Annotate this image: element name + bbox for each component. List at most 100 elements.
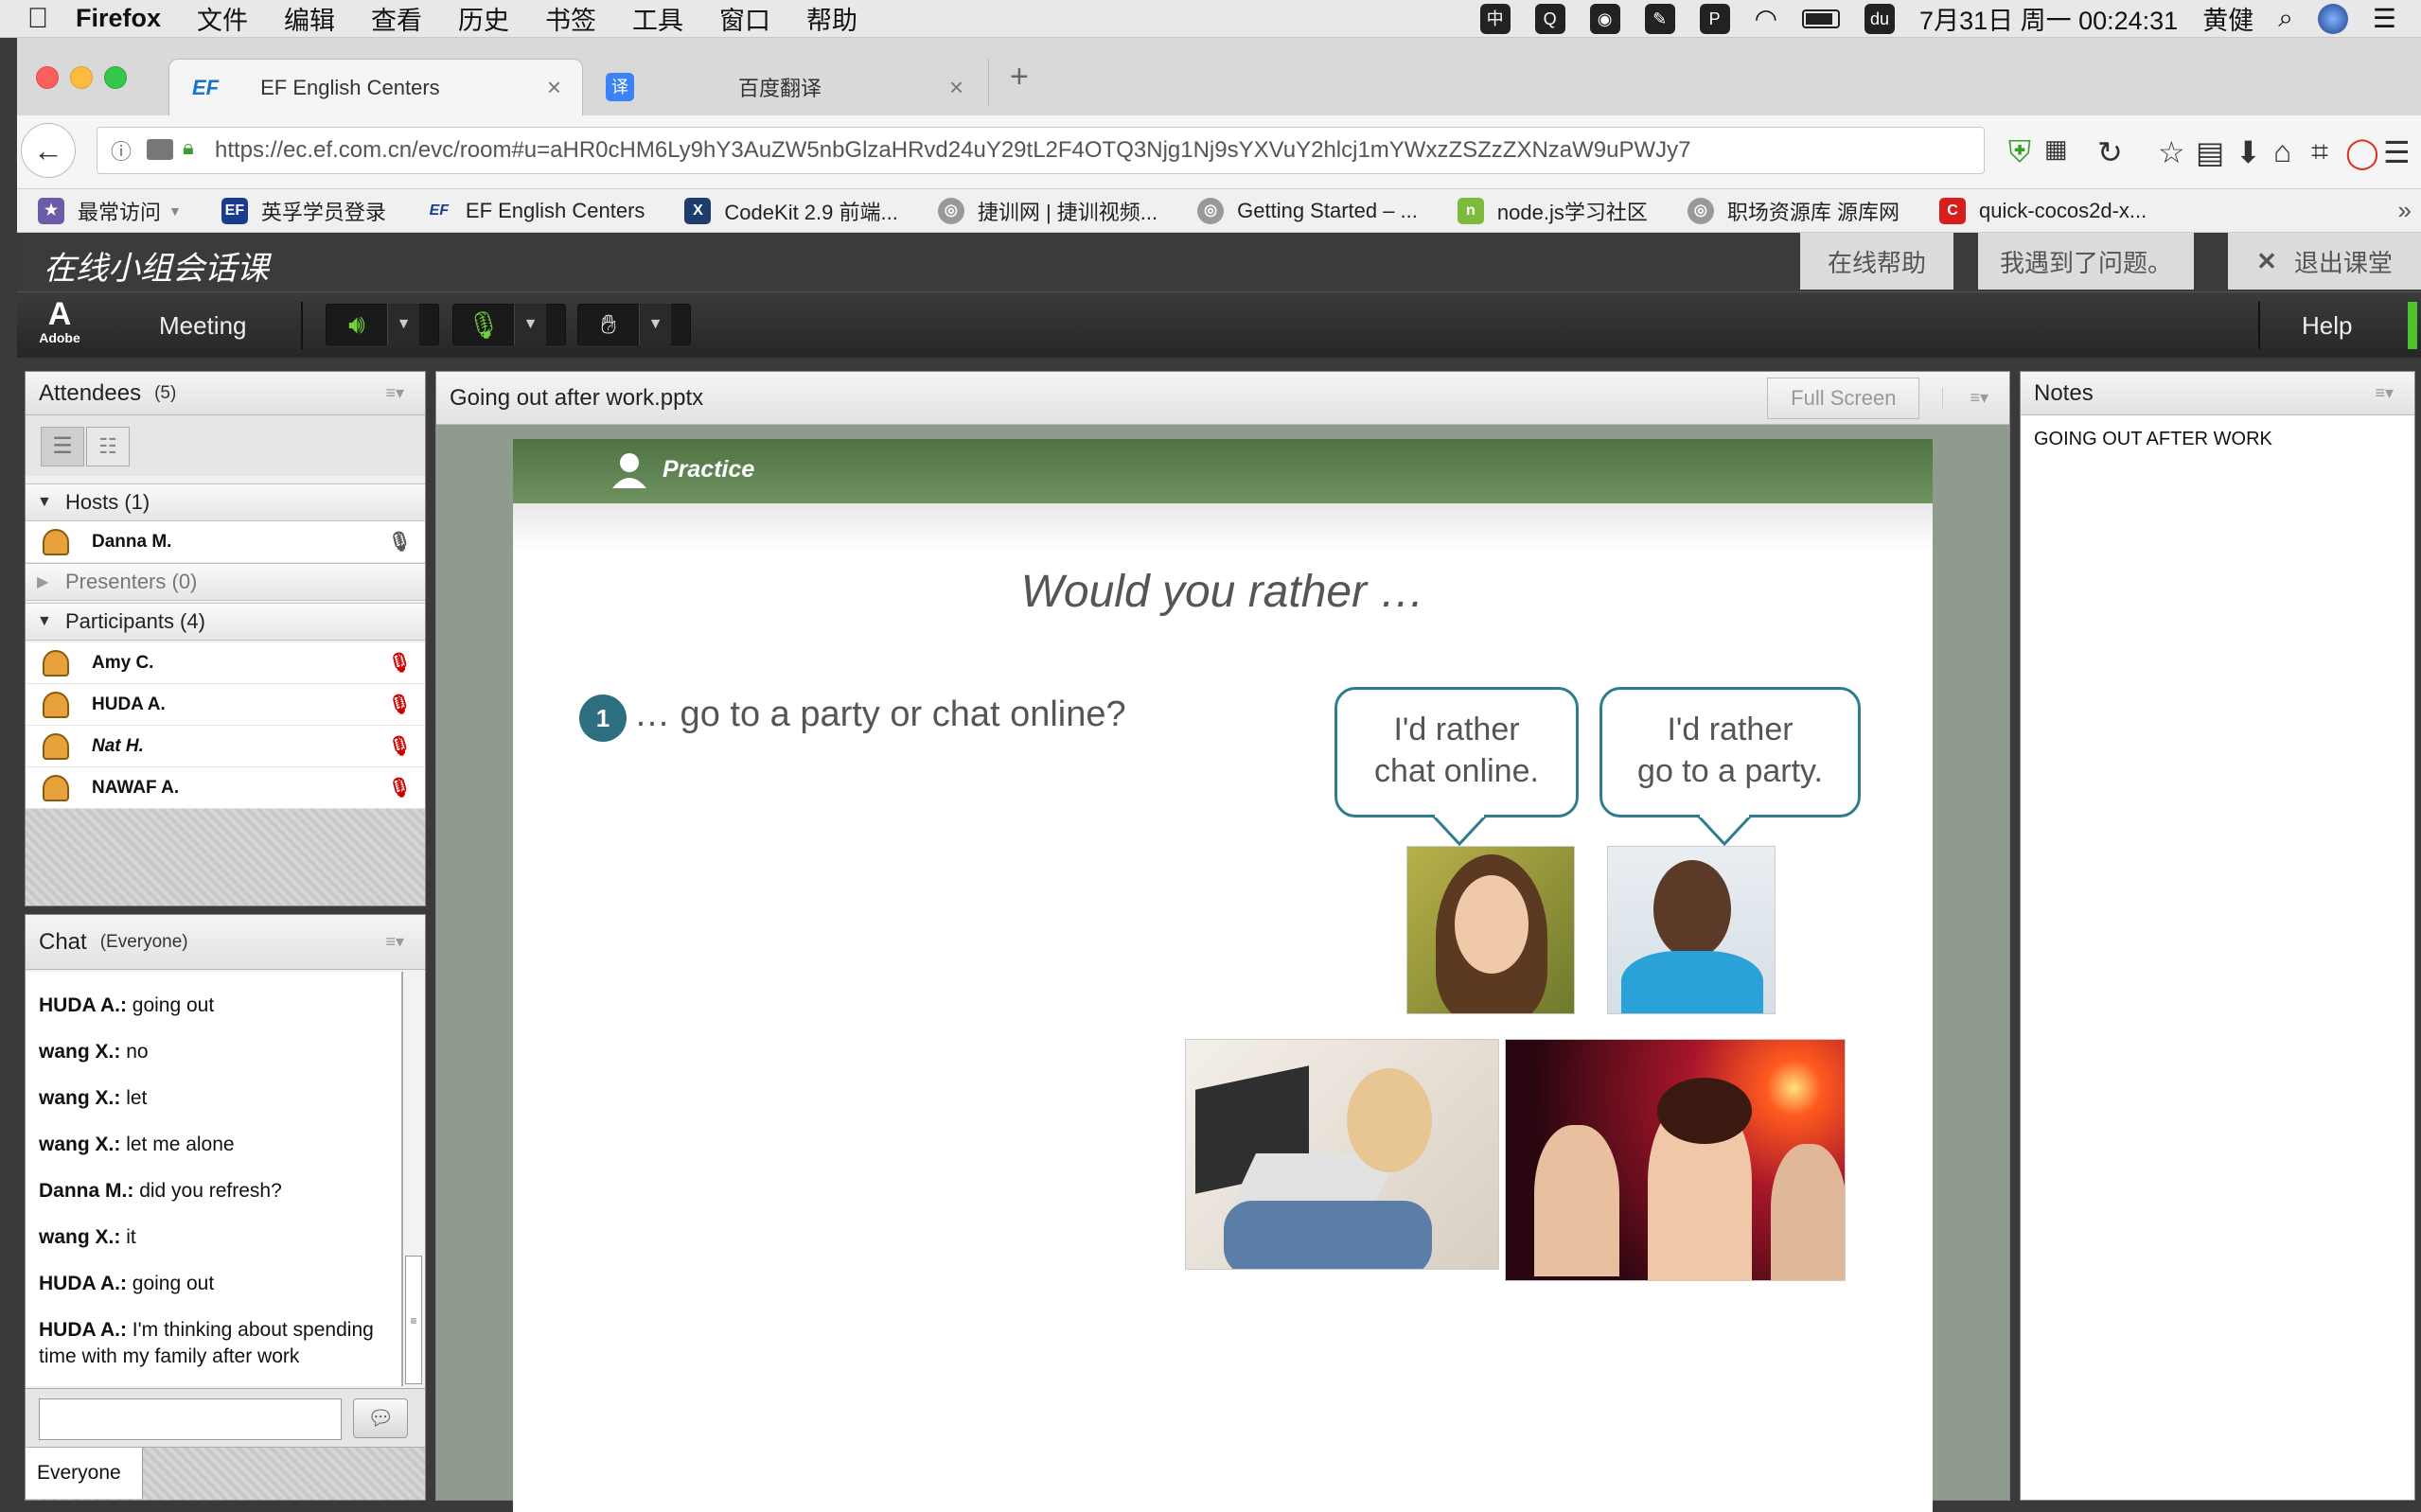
list-view-icon[interactable]: ☰ [41,427,84,466]
menu-edit[interactable]: 编辑 [284,0,335,37]
bookmark-getting-started[interactable]: ◎ Getting Started – ... [1197,197,1418,224]
reading-list-icon[interactable]: ▤ [2196,134,2224,170]
feather-icon[interactable]: ✎ [1644,3,1675,34]
attendee-name: Nat H. [92,735,144,756]
exit-class-button[interactable]: ✕ 退出课堂 [2228,233,2421,290]
p-app-icon[interactable]: P [1699,3,1730,34]
chat-sender: HUDA A.: [39,1273,127,1294]
bookmark-nodejs[interactable]: n node.js学习社区 [1457,196,1648,226]
pod-menu-icon[interactable]: ≡▾ [1942,388,1988,408]
url-bar[interactable]: ⓘ 🔒︎ https://ec.ef.com.cn/evc/room#u=aHR… [97,127,1985,174]
card-view-icon[interactable]: ☷ [86,427,130,466]
microphone-button[interactable]: 🎙︎ ▼ [452,304,566,345]
bookmark-jiexun[interactable]: ◎ 捷训网 | 捷训视频... [937,196,1157,226]
bookmark-resource-library[interactable]: ◎ 职场资源库 源库网 [1687,196,1900,226]
report-problem-button[interactable]: 我遇到了问题。 [1978,233,2194,290]
tab-baidu-translate[interactable]: 译 百度翻译 × [587,59,984,115]
clock[interactable]: 7月31日 周一 00:24:31 [1919,0,2178,37]
host-avatar-icon [43,528,69,555]
menu-history[interactable]: 历史 [458,0,509,37]
pod-menu-icon[interactable]: ≡▾ [2375,383,2394,403]
attendee-row[interactable]: Nat H. 🎙︎ [26,726,425,767]
crop-icon[interactable]: ⌗ [2311,134,2328,170]
close-window-button[interactable] [36,66,59,89]
chevron-down-icon[interactable]: ▼ [387,304,419,345]
full-screen-button[interactable]: Full Screen [1767,377,1920,419]
pod-menu-icon[interactable]: ≡▾ [385,383,404,403]
reload-icon[interactable]: ↻ [2097,134,2123,170]
user-name[interactable]: 黄健 [2202,0,2253,37]
man-portrait-image [1607,846,1776,1014]
menu-app-name[interactable]: Firefox [76,4,161,33]
chat-message-input[interactable] [39,1398,342,1440]
chat-scrollbar-thumb[interactable]: ≡ [405,1256,422,1384]
notes-title: Notes [2034,379,2094,406]
chevron-down-icon[interactable]: ▼ [514,304,546,345]
zoom-window-button[interactable] [104,66,127,89]
siri-icon[interactable] [2317,3,2348,34]
apple-icon[interactable]:  [0,3,76,35]
opera-icon[interactable]: ◯ [2345,134,2379,170]
bookmarks-overflow-icon[interactable]: » [2398,196,2412,225]
info-icon[interactable]: ⓘ [111,135,132,166]
notes-content[interactable]: GOING OUT AFTER WORK [2021,415,2414,1500]
meeting-menu[interactable]: Meeting [159,311,247,341]
bookmark-codekit[interactable]: X CodeKit 2.9 前端... [684,196,898,226]
bookmark-star-icon[interactable]: ☆ [2158,134,2185,170]
menu-help[interactable]: 帮助 [806,0,857,37]
speaker-button[interactable]: 🔊︎ ▼ [326,304,439,345]
back-button[interactable]: ← [21,123,76,178]
attendee-row[interactable]: Amy C. 🎙︎ [26,642,425,684]
close-tab-icon[interactable]: × [949,73,963,102]
menu-window[interactable]: 窗口 [719,0,770,37]
menu-view[interactable]: 查看 [371,0,422,37]
battery-icon[interactable] [1802,9,1841,28]
qrcode-icon[interactable]: ▦ [2044,134,2068,164]
spotlight-search-icon[interactable]: ⌕ [2278,3,2293,34]
chat-message: HUDA A.: going out [39,1271,388,1297]
help-menu[interactable]: Help [2302,311,2352,341]
send-message-icon[interactable]: 💬︎ [353,1398,408,1438]
bookmark-most-visited[interactable]: ★ 最常访问 ▼ [38,196,182,226]
raise-hand-button[interactable]: ✋︎ ▼ [577,304,691,345]
meeting-toolbar: A Adobe Meeting 🔊︎ ▼ 🎙︎ ▼ ✋︎ ▼ Help [17,291,2421,358]
attendee-row[interactable]: HUDA A. 🎙︎ [26,684,425,726]
close-tab-icon[interactable]: × [547,73,561,102]
presenters-section[interactable]: ▶ Presenters (0) [26,563,425,601]
wifi-icon[interactable]: ◠ [1755,3,1777,34]
hamburger-menu-icon[interactable]: ☰ [2383,134,2411,170]
attendee-row[interactable]: NAWAF A. 🎙︎ [26,767,425,809]
menu-tools[interactable]: 工具 [632,0,683,37]
bookmark-quick-cocos2d[interactable]: Cquick-cocos2d-x... [1938,197,2147,224]
download-icon[interactable]: ⬇ [2235,134,2261,170]
search-app-icon[interactable]: Q [1534,3,1565,34]
chat-scrollbar[interactable]: ≡ [402,972,425,1386]
page-title: 在线小组会话课 [44,250,269,288]
input-method-icon[interactable]: 中 [1479,3,1511,34]
bookmark-ef-login[interactable]: EF 英孚学员登录 [221,196,386,226]
hosts-section[interactable]: ▼ Hosts (1) [26,483,425,521]
participants-section[interactable]: ▼ Participants (4) [26,603,425,641]
notification-center-icon[interactable]: ☰ [2373,3,2396,34]
chat-recipient-tab[interactable]: Everyone [26,1448,143,1499]
baidu-icon[interactable]: du [1864,3,1896,34]
bookmark-ef-english-centers[interactable]: EF EF English Centers [426,198,645,224]
new-tab-button[interactable]: + [988,59,1029,106]
home-icon[interactable]: ⌂ [2273,134,2291,169]
menu-file[interactable]: 文件 [197,0,248,37]
online-help-button[interactable]: 在线帮助 [1800,233,1953,290]
chat-text: it [126,1226,136,1248]
menu-bookmarks[interactable]: 书签 [545,0,596,37]
wechat-icon[interactable]: ◉ [1589,3,1620,34]
permissions-icon[interactable] [147,139,173,160]
close-icon: ✕ [2256,246,2277,275]
attendee-row[interactable]: Danna M. 🎙︎ [26,521,425,563]
expanded-triangle-icon: ▼ [37,613,52,629]
shield-icon[interactable]: ⛨ [2008,134,2031,170]
tab-ef-english-centers[interactable]: EF EF English Centers × [168,59,583,115]
chat-message: Danna M.: did you refresh? [39,1178,388,1204]
pod-menu-icon[interactable]: ≡▾ [385,932,404,952]
chat-message-list[interactable]: HUDA A.: going out wang X.: no wang X.: … [26,972,402,1386]
chevron-down-icon[interactable]: ▼ [639,304,671,345]
minimize-window-button[interactable] [70,66,93,89]
